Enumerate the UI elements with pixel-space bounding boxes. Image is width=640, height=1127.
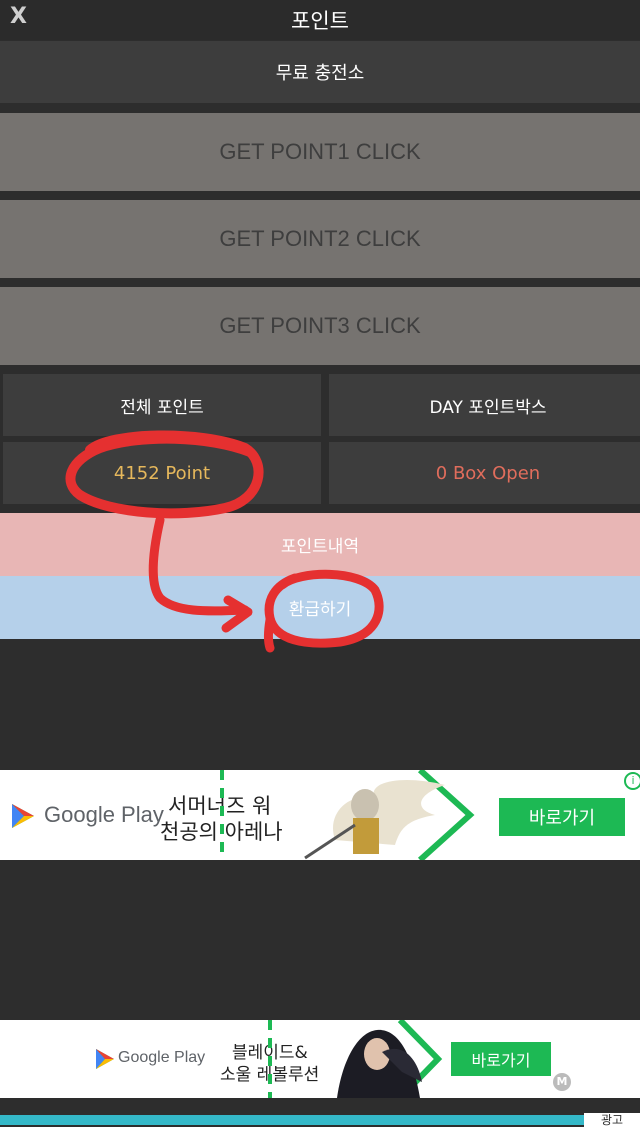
ad-banner-top[interactable]: Google Play 서머너즈 워 천공의 아레나 바로가기 i [0,770,640,860]
day-point-box-label: DAY 포인트박스 [329,374,640,436]
ad-cta-button[interactable]: 바로가기 [499,798,625,836]
total-points-value: 4152 Point [3,442,321,504]
ad-character-image [337,1029,422,1098]
ad-banner-bottom[interactable]: Google Play 블레이드& 소울 레볼루션 바로가기 M [0,1020,640,1098]
ad-store-name: Google Play [118,1049,206,1066]
ad-character-image [304,780,445,860]
ad-store-name: Google Play [44,802,164,827]
get-point3-button[interactable]: GET POINT3 CLICK [0,287,640,365]
page-title: 포인트 [291,9,349,33]
total-points-label: 전체 포인트 [3,374,321,436]
info-icon[interactable]: i [624,772,640,790]
point-history-button[interactable]: 포인트내역 [0,513,640,576]
bottom-ad-strip [0,1115,640,1125]
google-play-icon [12,804,34,828]
free-charge-station-button[interactable]: 무료 충전소 [0,41,640,103]
box-open-button[interactable]: 0 Box Open [329,442,640,504]
refund-button[interactable]: 환급하기 [0,576,640,639]
ad-cta-button[interactable]: 바로가기 [451,1042,551,1076]
get-point1-button[interactable]: GET POINT1 CLICK [0,113,640,191]
ad-network-badge-icon: M [553,1073,571,1091]
get-point2-button[interactable]: GET POINT2 CLICK [0,200,640,278]
google-play-icon [96,1049,114,1069]
